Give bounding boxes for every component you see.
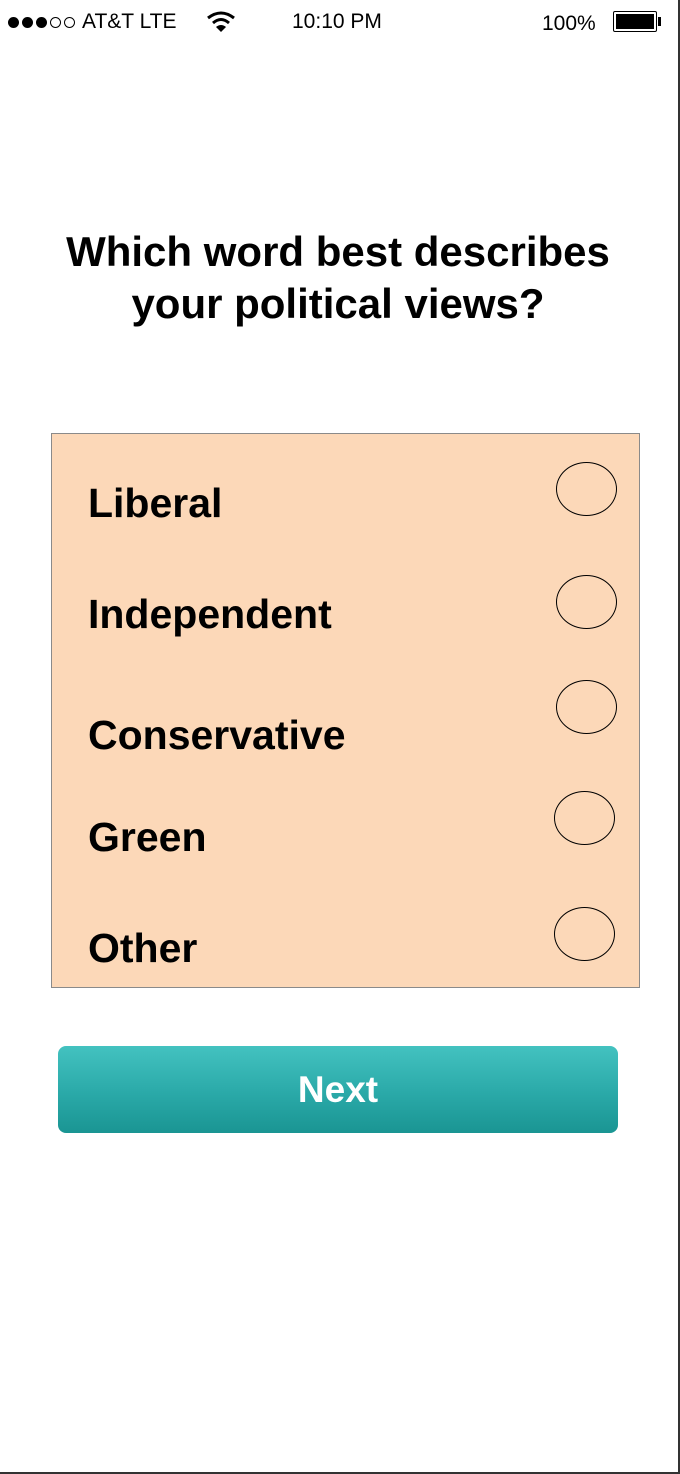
signal-dot [50,16,61,28]
battery-percent: 100% [542,12,596,35]
signal-dot [8,16,19,28]
radio-green[interactable] [554,791,615,845]
battery-icon [613,11,657,32]
battery-fill [616,14,654,29]
option-label-green: Green [88,814,207,860]
option-label-conservative: Conservative [88,712,346,758]
option-label-other: Other [88,925,198,971]
battery-tip [658,17,661,26]
status-bar: AT&T LTE 10:10 PM 100% [0,0,676,44]
radio-conservative[interactable] [556,680,617,734]
signal-dot [64,16,75,28]
signal-dot [22,16,33,28]
signal-dot [36,16,47,28]
signal-strength-icon [8,16,75,28]
wifi-icon [206,10,236,40]
option-label-liberal: Liberal [88,480,223,526]
carrier-label: AT&T LTE [82,10,177,33]
next-button[interactable]: Next [58,1046,618,1133]
radio-independent[interactable] [556,575,617,629]
options-list: Liberal Independent Conservative Green O… [51,433,640,988]
radio-liberal[interactable] [556,462,617,516]
option-label-independent: Independent [88,591,332,637]
radio-other[interactable] [554,907,615,961]
clock-time: 10:10 PM [292,10,382,33]
question-title: Which word best describes your political… [66,228,610,327]
carrier-info: AT&T LTE [8,10,177,34]
